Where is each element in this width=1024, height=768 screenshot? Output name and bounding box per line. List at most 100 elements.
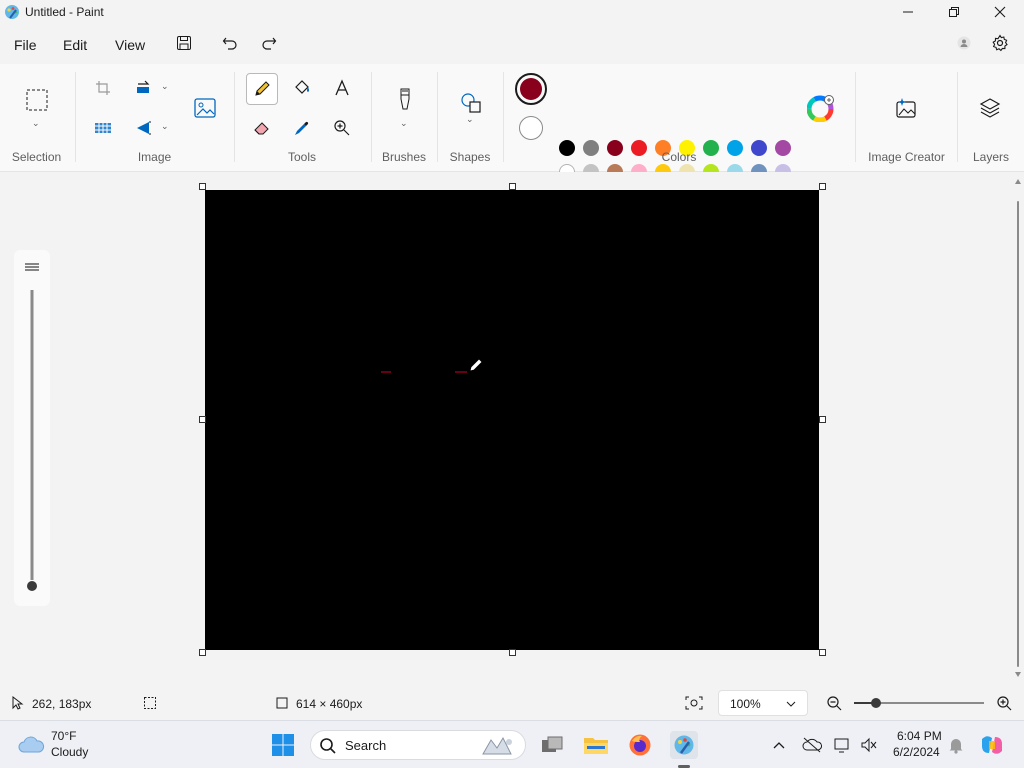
canvas-size-icon: [276, 697, 288, 709]
drawing-canvas[interactable]: [205, 190, 819, 650]
image-properties-icon: [194, 98, 216, 118]
file-explorer-button[interactable]: [582, 731, 610, 759]
menu-edit[interactable]: Edit: [63, 37, 87, 53]
vertical-scrollbar[interactable]: [1013, 176, 1023, 680]
windows-logo-icon: [272, 734, 294, 756]
save-icon: [177, 36, 191, 50]
canvas-size-text: 614 × 460px: [296, 697, 363, 711]
onedrive-tray-icon[interactable]: [799, 731, 825, 759]
primary-color-ring[interactable]: [515, 73, 547, 105]
fill-tool-button[interactable]: [287, 73, 317, 103]
text-tool-button[interactable]: [327, 73, 357, 103]
status-bar: 262, 183px 614 × 460px: [0, 688, 1024, 720]
bell-icon: [949, 739, 963, 754]
ribbon-divider: [957, 72, 958, 162]
close-button[interactable]: [977, 0, 1023, 24]
canvas-resize-handle[interactable]: [199, 649, 206, 656]
clock-time[interactable]: 6:04 PM: [897, 729, 942, 743]
transparency-button[interactable]: [88, 113, 118, 143]
ribbon-divider: [371, 72, 372, 162]
paint-taskbar-button[interactable]: [670, 731, 698, 759]
ribbon-divider: [437, 72, 438, 162]
zoom-in-icon[interactable]: [996, 695, 1012, 711]
zoom-out-icon[interactable]: [826, 695, 842, 711]
crop-button[interactable]: [88, 73, 118, 103]
edit-colors-button[interactable]: [806, 93, 836, 123]
zoom-level-dropdown[interactable]: 100%: [718, 690, 808, 716]
menu-view[interactable]: View: [115, 37, 145, 53]
flip-rotate-button[interactable]: [129, 113, 159, 143]
copilot-button[interactable]: [978, 731, 1006, 759]
group-label-colors: Colors: [661, 150, 697, 164]
color-picker-tool-button[interactable]: [287, 113, 317, 143]
pencil-tool-button[interactable]: [246, 73, 278, 105]
canvas-resize-handle[interactable]: [199, 416, 206, 423]
undo-button[interactable]: [219, 32, 241, 54]
pencil-cursor-icon: [469, 358, 483, 372]
canvas-resize-handle[interactable]: [509, 649, 516, 656]
folder-icon: [584, 738, 608, 754]
eraser-tool-button[interactable]: [247, 113, 277, 143]
account-icon: [957, 36, 971, 50]
selection-dropdown-chevron[interactable]: ⌄: [32, 118, 40, 129]
group-label-image: Image: [137, 150, 172, 164]
zoom-slider[interactable]: [852, 695, 986, 711]
brush-size-slider[interactable]: [14, 250, 50, 606]
image-creator-button[interactable]: [891, 93, 921, 123]
clock-date[interactable]: 6/2/2024: [893, 745, 940, 759]
canvas-resize-handle[interactable]: [199, 183, 206, 190]
settings-button[interactable]: [989, 32, 1011, 54]
canvas-resize-handle[interactable]: [819, 416, 826, 423]
magnifier-tool-button[interactable]: [327, 113, 357, 143]
brush-size-track: [25, 263, 39, 591]
ribbon-divider: [234, 72, 235, 162]
task-view-icon: [542, 736, 563, 752]
redo-icon: [262, 37, 277, 50]
show-hidden-icons-button[interactable]: [767, 731, 791, 759]
network-tray-icon[interactable]: [831, 731, 855, 759]
shapes-dropdown-chevron[interactable]: ⌄: [466, 114, 474, 125]
task-view-button[interactable]: [538, 731, 566, 759]
cursor-position-text: 262, 183px: [32, 697, 92, 711]
start-button[interactable]: [269, 731, 297, 759]
secondary-color-swatch[interactable]: [519, 116, 543, 140]
minimize-button[interactable]: [885, 0, 931, 24]
close-icon: [994, 6, 1006, 18]
restore-button[interactable]: [931, 0, 977, 24]
firefox-button[interactable]: [626, 731, 654, 759]
primary-color-swatch: [520, 78, 542, 100]
selection-tool-button[interactable]: [21, 84, 53, 116]
brushes-dropdown-chevron[interactable]: ⌄: [400, 118, 408, 129]
image-props-button[interactable]: [190, 93, 220, 123]
notifications-button[interactable]: [944, 731, 968, 759]
rotate-dropdown-chevron[interactable]: ⌄: [161, 121, 169, 132]
color-wheel-icon: [807, 95, 834, 122]
group-label-shapes: Shapes: [449, 150, 491, 164]
layers-button[interactable]: [975, 93, 1005, 123]
selection-fill-icon: [95, 123, 111, 133]
account-button[interactable]: [953, 32, 975, 54]
copilot-icon: [982, 736, 1002, 754]
canvas-resize-handle[interactable]: [819, 649, 826, 656]
paint-bucket-icon: [295, 80, 309, 94]
resize-button[interactable]: [129, 73, 159, 103]
chevron-down-icon: [786, 701, 796, 707]
rotate-icon: [137, 121, 151, 135]
weather-desc: Cloudy: [51, 745, 89, 759]
monitor-icon: [834, 738, 849, 753]
canvas-resize-handle[interactable]: [819, 183, 826, 190]
save-button[interactable]: [173, 32, 195, 54]
eyedropper-icon: [295, 121, 309, 135]
ribbon-divider: [75, 72, 76, 162]
redo-button[interactable]: [258, 32, 280, 54]
selection-size-icon: [144, 697, 156, 709]
resize-dropdown-chevron[interactable]: ⌄: [161, 81, 169, 92]
weather-widget[interactable]: [16, 731, 46, 759]
taskbar-search[interactable]: Search: [310, 730, 526, 760]
search-highlight-icon: [482, 736, 512, 755]
menu-file[interactable]: File: [14, 37, 37, 53]
canvas-resize-handle[interactable]: [509, 183, 516, 190]
volume-tray-icon[interactable]: [857, 731, 881, 759]
brushes-button[interactable]: [390, 84, 420, 114]
fit-to-window-icon[interactable]: [685, 695, 703, 711]
